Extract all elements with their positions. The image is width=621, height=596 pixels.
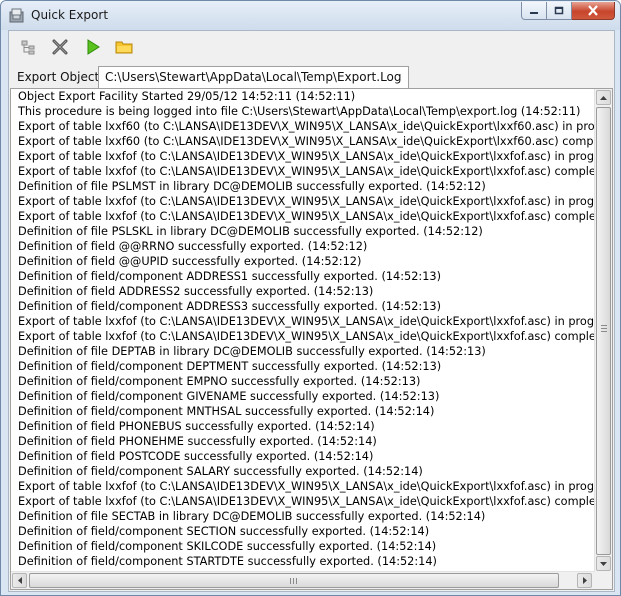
arrow-up-icon — [600, 95, 607, 100]
log-line: Export of table lxxfof (to C:\LANSA\IDE1… — [18, 480, 594, 493]
tree-button[interactable] — [17, 36, 39, 58]
log-panel: Object Export Facility Started 29/05/12 … — [10, 88, 613, 590]
log-line: Definition of field/component SECTION su… — [18, 525, 430, 538]
tab-export-objects[interactable]: Export Objects — [11, 68, 111, 86]
run-button[interactable] — [82, 36, 104, 58]
folder-icon — [115, 41, 133, 54]
log-text-area[interactable]: Object Export Facility Started 29/05/12 … — [18, 89, 594, 573]
client-area: Export Objects C:\Users\Stewart\AppData\… — [8, 30, 615, 592]
log-line: Definition of field/component SKILCODE s… — [18, 540, 437, 553]
log-line: Export of table lxxfof (to C:\LANSA\IDE1… — [18, 315, 594, 328]
log-line: Export of table lxxfof (to C:\LANSA\IDE1… — [18, 210, 594, 223]
log-line: Object Export Facility Started 29/05/12 … — [18, 90, 356, 103]
delete-button[interactable] — [49, 36, 71, 58]
caption-buttons — [521, 2, 615, 20]
app-icon — [9, 7, 25, 23]
tab-export-log[interactable]: C:\Users\Stewart\AppData\Local\Temp\Expo… — [98, 66, 409, 88]
run-icon — [87, 39, 100, 55]
log-line: Export of table lxxfof (to C:\LANSA\IDE1… — [18, 150, 594, 163]
scroll-up-button[interactable] — [596, 90, 611, 105]
log-line: Export of table lxxf60 (to C:\LANSA\IDE1… — [18, 135, 594, 148]
log-line: Export of table lxxfof (to C:\LANSA\IDE1… — [18, 165, 594, 178]
minimize-button[interactable] — [521, 2, 547, 20]
close-icon — [588, 5, 598, 16]
log-line: Definition of field/component STARTDTE s… — [18, 555, 437, 568]
log-line: Definition of field @@RRNO successfully … — [18, 240, 368, 253]
log-line: Definition of field POSTCODE successfull… — [18, 450, 374, 463]
log-line: Definition of field/component DEPTMENT s… — [18, 360, 442, 373]
log-line: This procedure is being logged into file… — [18, 105, 581, 118]
close-button[interactable] — [572, 2, 615, 20]
scroll-left-button[interactable] — [12, 573, 27, 588]
arrow-right-icon — [582, 577, 587, 584]
arrow-left-icon — [17, 577, 22, 584]
maximize-icon — [554, 6, 564, 15]
horizontal-scrollbar[interactable] — [11, 571, 595, 589]
log-line: Definition of field/component EMPNO succ… — [18, 375, 421, 388]
tab-strip: Export Objects C:\Users\Stewart\AppData\… — [9, 66, 614, 88]
log-line: Export of table lxxfof (to C:\LANSA\IDE1… — [18, 330, 594, 343]
log-line: Export of table lxxfof (to C:\LANSA\IDE1… — [18, 195, 594, 208]
vertical-scrollbar[interactable] — [594, 89, 612, 573]
log-line: Definition of field PHONEBUS successfull… — [18, 420, 375, 433]
log-line: Definition of file PSLMST in library DC@… — [18, 180, 486, 193]
log-line: Definition of file SECTAB in library DC@… — [18, 510, 486, 523]
log-line: Definition of field PHONEHME successfull… — [18, 435, 377, 448]
vertical-scroll-thumb[interactable] — [596, 107, 611, 555]
delete-icon — [52, 39, 68, 55]
log-line: Definition of field/component SALARY suc… — [18, 465, 423, 478]
horizontal-scroll-thumb[interactable] — [29, 573, 559, 588]
arrow-down-icon — [600, 561, 607, 566]
log-line: Definition of field @@UPID successfully … — [18, 255, 362, 268]
toolbar — [9, 31, 614, 64]
tree-icon — [21, 40, 35, 55]
title-bar[interactable]: Quick Export — [1, 1, 620, 30]
scroll-right-button[interactable] — [577, 573, 592, 588]
log-line: Definition of field/component ADDRESS3 s… — [18, 300, 442, 313]
log-line: Definition of field/component GIVENAME s… — [18, 390, 440, 403]
minimize-icon — [530, 11, 538, 14]
log-line: Definition of field ADDRESS2 successfull… — [18, 285, 374, 298]
thumb-grip — [290, 578, 297, 584]
log-line: Export of table lxxfof (to C:\LANSA\IDE1… — [18, 495, 594, 508]
window-title: Quick Export — [31, 8, 109, 22]
log-line: Definition of field/component MNTHSAL su… — [18, 405, 435, 418]
scroll-down-button[interactable] — [596, 556, 611, 571]
thumb-grip — [601, 325, 607, 332]
log-line: Export of table lxxf60 (to C:\LANSA\IDE1… — [18, 120, 594, 133]
maximize-button[interactable] — [547, 2, 572, 20]
log-line: Definition of file PSLSKL in library DC@… — [18, 225, 483, 238]
log-line: Definition of field/component ADDRESS1 s… — [18, 270, 442, 283]
log-line: Definition of file DEPTAB in library DC@… — [18, 345, 486, 358]
quick-export-window: Quick Export Export Objects C:\Users\Ste… — [0, 0, 621, 596]
open-folder-button[interactable] — [113, 36, 135, 58]
scrollbar-corner — [595, 572, 612, 589]
